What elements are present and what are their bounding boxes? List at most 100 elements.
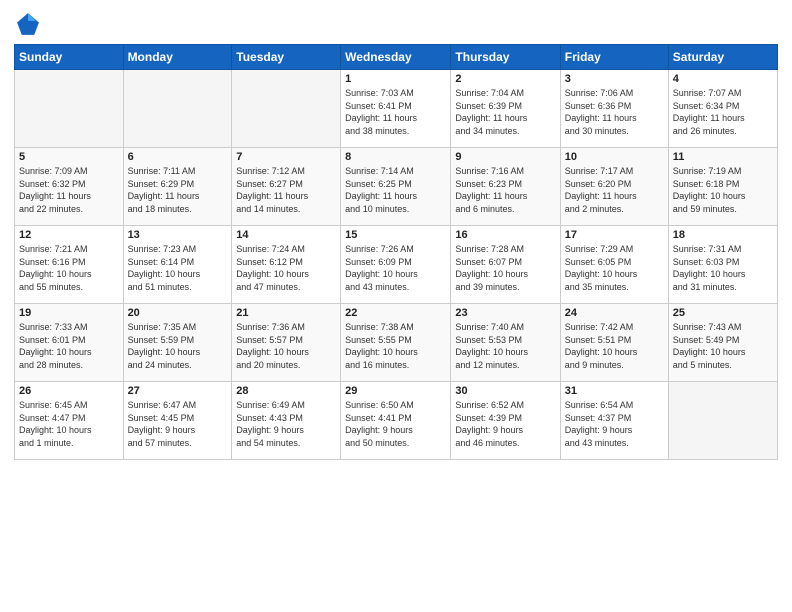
day-info: Sunrise: 7:04 AM Sunset: 6:39 PM Dayligh… xyxy=(455,87,555,137)
day-of-week-header: Monday xyxy=(123,45,232,70)
day-info: Sunrise: 7:40 AM Sunset: 5:53 PM Dayligh… xyxy=(455,321,555,371)
day-info: Sunrise: 7:23 AM Sunset: 6:14 PM Dayligh… xyxy=(128,243,228,293)
day-number: 10 xyxy=(565,151,664,163)
calendar-cell: 23 Sunrise: 7:40 AM Sunset: 5:53 PM Dayli… xyxy=(451,304,560,382)
day-info: Sunrise: 7:42 AM Sunset: 5:51 PM Dayligh… xyxy=(565,321,664,371)
day-number: 31 xyxy=(565,385,664,397)
day-number: 17 xyxy=(565,229,664,241)
calendar-cell: 4Sunrise: 7:07 AM Sunset: 6:34 PM Daylig… xyxy=(668,70,777,148)
calendar-cell: 31 Sunrise: 6:54 AM Sunset: 4:37 PM Dayli… xyxy=(560,382,668,460)
day-info: Sunrise: 7:14 AM Sunset: 6:25 PM Dayligh… xyxy=(345,165,446,215)
day-info: Sunrise: 7:09 AM Sunset: 6:32 PM Dayligh… xyxy=(19,165,119,215)
day-number: 2 xyxy=(455,73,555,85)
day-number: 13 xyxy=(128,229,228,241)
day-of-week-header: Sunday xyxy=(15,45,124,70)
day-info: Sunrise: 6:50 AM Sunset: 4:41 PM Dayligh… xyxy=(345,399,446,449)
day-info: Sunrise: 7:12 AM Sunset: 6:27 PM Dayligh… xyxy=(236,165,336,215)
days-header-row: SundayMondayTuesdayWednesdayThursdayFrid… xyxy=(15,45,778,70)
calendar-cell: 25Sunrise: 7:43 AM Sunset: 5:49 PM Dayli… xyxy=(668,304,777,382)
day-number: 21 xyxy=(236,307,336,319)
week-row: 5 Sunrise: 7:09 AM Sunset: 6:32 PM Daylig… xyxy=(15,148,778,226)
calendar-cell: 18Sunrise: 7:31 AM Sunset: 6:03 PM Dayli… xyxy=(668,226,777,304)
calendar-cell: 24 Sunrise: 7:42 AM Sunset: 5:51 PM Dayli… xyxy=(560,304,668,382)
day-number: 29 xyxy=(345,385,446,397)
calendar-cell: 2 Sunrise: 7:04 AM Sunset: 6:39 PM Daylig… xyxy=(451,70,560,148)
calendar-cell: 19 Sunrise: 7:33 AM Sunset: 6:01 PM Dayli… xyxy=(15,304,124,382)
day-number: 5 xyxy=(19,151,119,163)
logo-icon xyxy=(14,10,42,38)
day-number: 24 xyxy=(565,307,664,319)
day-info: Sunrise: 7:07 AM Sunset: 6:34 PM Dayligh… xyxy=(673,87,773,137)
calendar-cell: 17Sunrise: 7:29 AM Sunset: 6:05 PM Dayli… xyxy=(560,226,668,304)
day-info: Sunrise: 7:03 AM Sunset: 6:41 PM Dayligh… xyxy=(345,87,446,137)
day-number: 7 xyxy=(236,151,336,163)
day-info: Sunrise: 7:36 AM Sunset: 5:57 PM Dayligh… xyxy=(236,321,336,371)
day-number: 30 xyxy=(455,385,555,397)
day-number: 18 xyxy=(673,229,773,241)
calendar-cell: 21 Sunrise: 7:36 AM Sunset: 5:57 PM Dayli… xyxy=(232,304,341,382)
day-info: Sunrise: 7:06 AM Sunset: 6:36 PM Dayligh… xyxy=(565,87,664,137)
day-of-week-header: Tuesday xyxy=(232,45,341,70)
day-number: 11 xyxy=(673,151,773,163)
day-info: Sunrise: 7:28 AM Sunset: 6:07 PM Dayligh… xyxy=(455,243,555,293)
day-of-week-header: Saturday xyxy=(668,45,777,70)
calendar-cell: 28Sunrise: 6:49 AM Sunset: 4:43 PM Dayli… xyxy=(232,382,341,460)
calendar-cell: 12 Sunrise: 7:21 AM Sunset: 6:16 PM Dayli… xyxy=(15,226,124,304)
day-number: 26 xyxy=(19,385,119,397)
logo xyxy=(14,10,46,38)
calendar-cell: 9Sunrise: 7:16 AM Sunset: 6:23 PM Daylig… xyxy=(451,148,560,226)
calendar-cell: 15 Sunrise: 7:26 AM Sunset: 6:09 PM Dayli… xyxy=(341,226,451,304)
day-info: Sunrise: 7:17 AM Sunset: 6:20 PM Dayligh… xyxy=(565,165,664,215)
day-number: 27 xyxy=(128,385,228,397)
calendar-cell: 3 Sunrise: 7:06 AM Sunset: 6:36 PM Daylig… xyxy=(560,70,668,148)
day-info: Sunrise: 7:11 AM Sunset: 6:29 PM Dayligh… xyxy=(128,165,228,215)
day-of-week-header: Thursday xyxy=(451,45,560,70)
week-row: 26 Sunrise: 6:45 AM Sunset: 4:47 PM Dayli… xyxy=(15,382,778,460)
week-row: 12 Sunrise: 7:21 AM Sunset: 6:16 PM Dayli… xyxy=(15,226,778,304)
day-info: Sunrise: 6:49 AM Sunset: 4:43 PM Dayligh… xyxy=(236,399,336,449)
day-info: Sunrise: 7:26 AM Sunset: 6:09 PM Dayligh… xyxy=(345,243,446,293)
calendar-cell xyxy=(232,70,341,148)
day-number: 8 xyxy=(345,151,446,163)
calendar-cell: 8 Sunrise: 7:14 AM Sunset: 6:25 PM Daylig… xyxy=(341,148,451,226)
calendar-cell: 7 Sunrise: 7:12 AM Sunset: 6:27 PM Daylig… xyxy=(232,148,341,226)
calendar-table: SundayMondayTuesdayWednesdayThursdayFrid… xyxy=(14,44,778,460)
calendar-cell: 30Sunrise: 6:52 AM Sunset: 4:39 PM Dayli… xyxy=(451,382,560,460)
calendar-cell: 20 Sunrise: 7:35 AM Sunset: 5:59 PM Dayli… xyxy=(123,304,232,382)
day-info: Sunrise: 7:21 AM Sunset: 6:16 PM Dayligh… xyxy=(19,243,119,293)
day-number: 12 xyxy=(19,229,119,241)
day-info: Sunrise: 7:33 AM Sunset: 6:01 PM Dayligh… xyxy=(19,321,119,371)
day-number: 3 xyxy=(565,73,664,85)
day-of-week-header: Friday xyxy=(560,45,668,70)
calendar-cell: 13 Sunrise: 7:23 AM Sunset: 6:14 PM Dayli… xyxy=(123,226,232,304)
day-info: Sunrise: 6:54 AM Sunset: 4:37 PM Dayligh… xyxy=(565,399,664,449)
day-info: Sunrise: 6:47 AM Sunset: 4:45 PM Dayligh… xyxy=(128,399,228,449)
calendar-cell xyxy=(123,70,232,148)
day-info: Sunrise: 7:35 AM Sunset: 5:59 PM Dayligh… xyxy=(128,321,228,371)
day-info: Sunrise: 7:38 AM Sunset: 5:55 PM Dayligh… xyxy=(345,321,446,371)
day-info: Sunrise: 7:24 AM Sunset: 6:12 PM Dayligh… xyxy=(236,243,336,293)
day-info: Sunrise: 7:16 AM Sunset: 6:23 PM Dayligh… xyxy=(455,165,555,215)
day-info: Sunrise: 6:45 AM Sunset: 4:47 PM Dayligh… xyxy=(19,399,119,449)
calendar-cell xyxy=(15,70,124,148)
calendar-cell: 1Sunrise: 7:03 AM Sunset: 6:41 PM Daylig… xyxy=(341,70,451,148)
day-number: 25 xyxy=(673,307,773,319)
page-header xyxy=(14,10,778,38)
day-number: 19 xyxy=(19,307,119,319)
calendar-cell: 29 Sunrise: 6:50 AM Sunset: 4:41 PM Dayli… xyxy=(341,382,451,460)
calendar-cell: 26 Sunrise: 6:45 AM Sunset: 4:47 PM Dayli… xyxy=(15,382,124,460)
calendar-cell: 22 Sunrise: 7:38 AM Sunset: 5:55 PM Dayli… xyxy=(341,304,451,382)
calendar-cell: 10 Sunrise: 7:17 AM Sunset: 6:20 PM Dayli… xyxy=(560,148,668,226)
day-number: 20 xyxy=(128,307,228,319)
calendar-cell: 11 Sunrise: 7:19 AM Sunset: 6:18 PM Dayli… xyxy=(668,148,777,226)
day-of-week-header: Wednesday xyxy=(341,45,451,70)
calendar-cell: 16Sunrise: 7:28 AM Sunset: 6:07 PM Dayli… xyxy=(451,226,560,304)
week-row: 1Sunrise: 7:03 AM Sunset: 6:41 PM Daylig… xyxy=(15,70,778,148)
day-number: 15 xyxy=(345,229,446,241)
calendar-cell: 5 Sunrise: 7:09 AM Sunset: 6:32 PM Daylig… xyxy=(15,148,124,226)
day-number: 22 xyxy=(345,307,446,319)
day-number: 23 xyxy=(455,307,555,319)
day-info: Sunrise: 7:19 AM Sunset: 6:18 PM Dayligh… xyxy=(673,165,773,215)
day-number: 6 xyxy=(128,151,228,163)
day-number: 14 xyxy=(236,229,336,241)
